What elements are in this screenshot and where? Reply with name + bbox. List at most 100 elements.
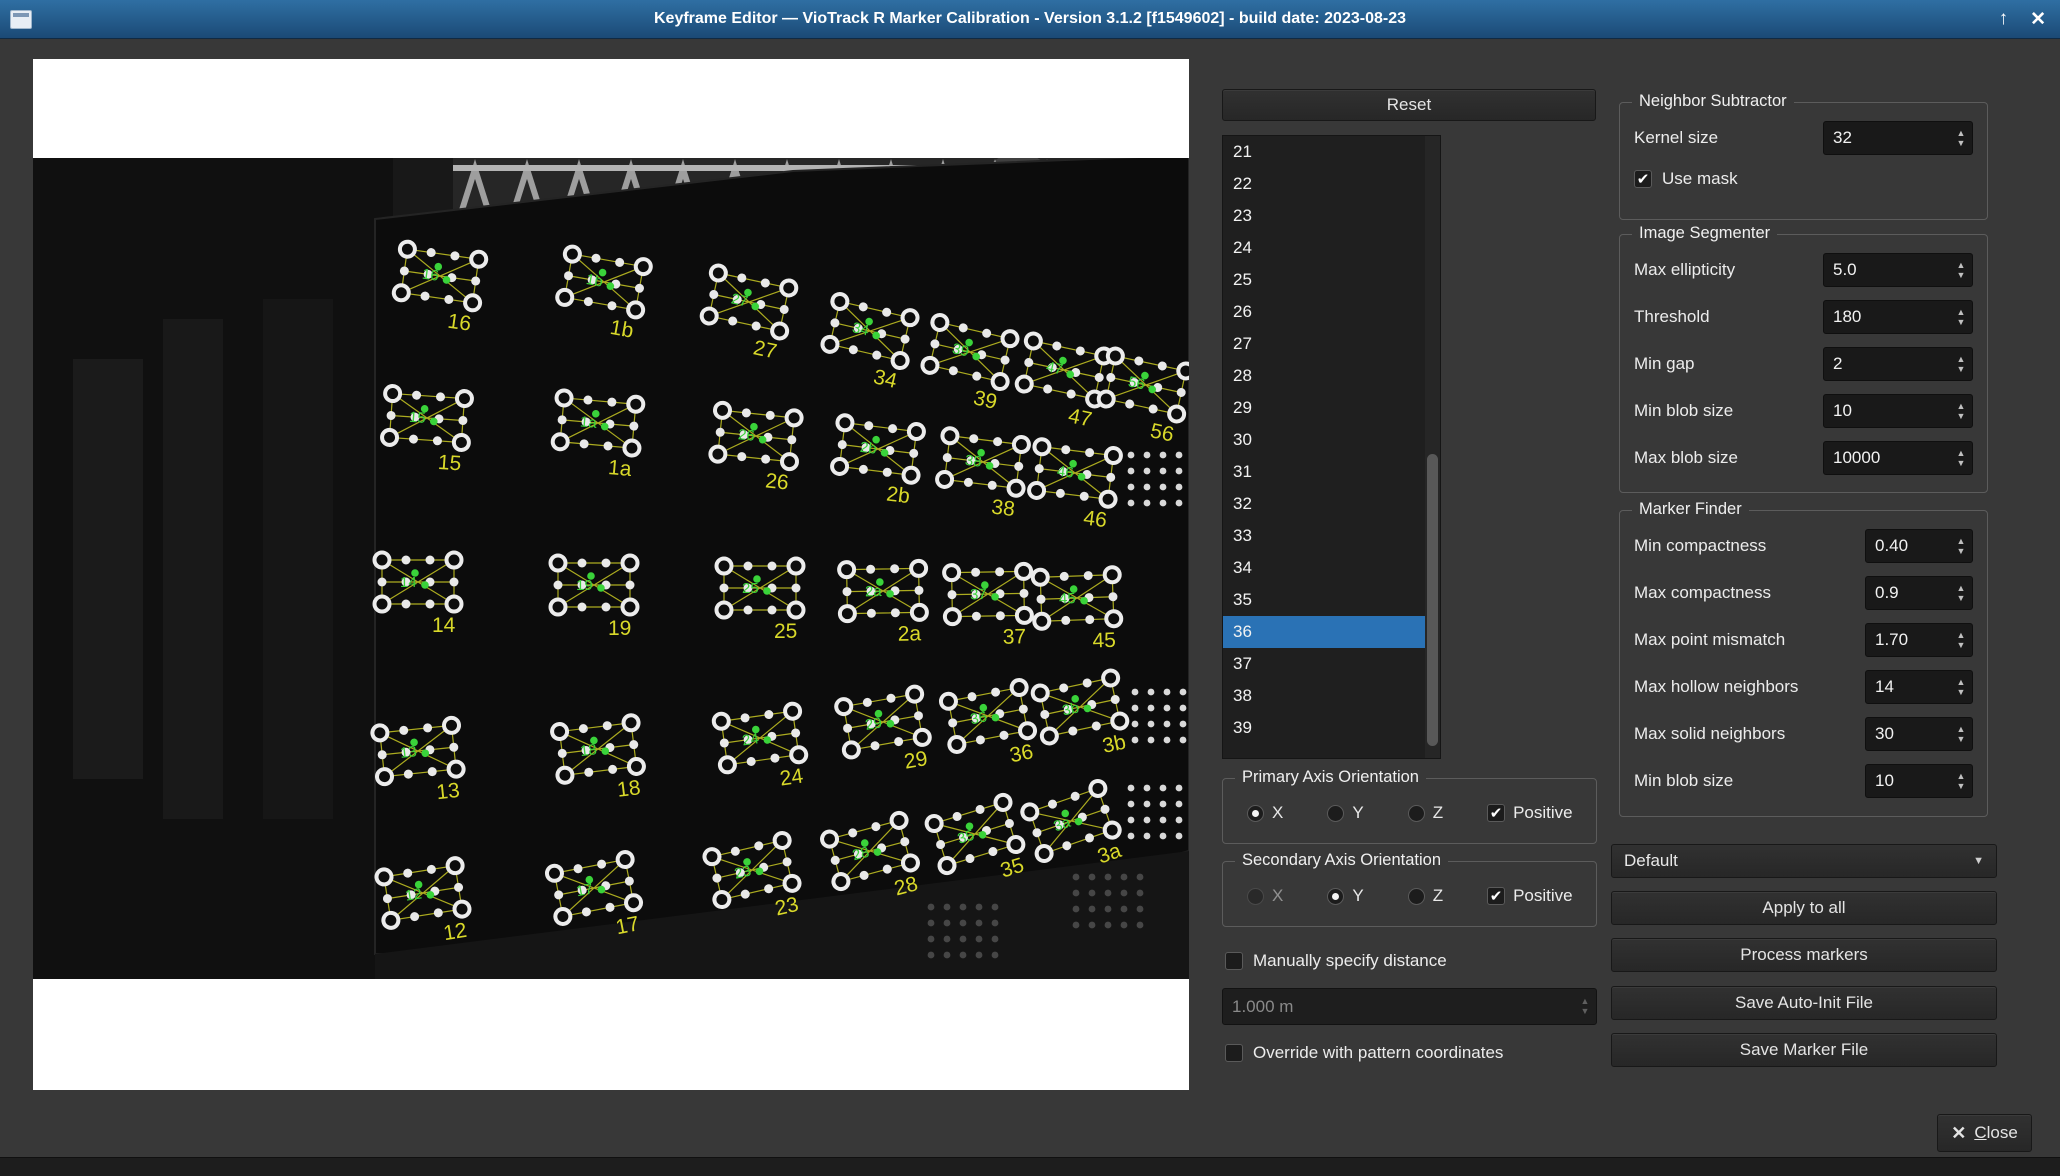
spin-up-icon[interactable]: ▲ — [1957, 355, 1966, 364]
spin-up-icon[interactable]: ▲ — [1957, 537, 1966, 546]
spin-down-icon[interactable]: ▼ — [1957, 782, 1966, 791]
frame-list-item[interactable]: 39 — [1223, 712, 1425, 744]
max-compactness-spinbox[interactable]: 0.9▲▼ — [1865, 576, 1973, 610]
spin-down-icon[interactable]: ▼ — [1957, 271, 1966, 280]
primary-axis-x-radio[interactable]: X — [1247, 803, 1283, 823]
spin-down-icon[interactable]: ▼ — [1957, 365, 1966, 374]
spin-up-icon[interactable]: ▲ — [1957, 402, 1966, 411]
save-auto-init-file-button[interactable]: Save Auto-Init File — [1611, 986, 1997, 1020]
distance-spinbox[interactable]: 1.000 m ▲ ▼ — [1222, 988, 1597, 1025]
spin-up-icon[interactable]: ▲ — [1957, 308, 1966, 317]
max-point-mismatch-spinbox[interactable]: 1.70 ▲▼ — [1865, 623, 1973, 657]
frame-list-item[interactable]: 27 — [1223, 328, 1425, 360]
frame-list-item[interactable]: 31 — [1223, 456, 1425, 488]
spin-down-icon[interactable]: ▼ — [1957, 641, 1966, 650]
check-icon: ✔ — [1637, 172, 1650, 187]
primary-axis-y-radio[interactable]: Y — [1327, 803, 1363, 823]
spin-down-icon[interactable]: ▼ — [1957, 412, 1966, 421]
frame-list-item-selected[interactable]: 36 — [1223, 616, 1425, 648]
reset-button[interactable]: Reset — [1222, 89, 1596, 121]
marker-inner-id: 13 — [399, 743, 417, 762]
spin-down-icon[interactable]: ▼ — [1957, 688, 1966, 697]
primary-axis-z-radio[interactable]: Z — [1408, 803, 1443, 823]
marker-label: 2b — [885, 482, 911, 508]
marker-inner-id: 29 — [864, 714, 883, 734]
preset-dropdown[interactable]: Default ▼ — [1611, 844, 1997, 878]
frame-list-item[interactable]: 38 — [1223, 680, 1425, 712]
radio-indicator — [1327, 888, 1344, 905]
spin-down-icon[interactable]: ▼ — [1957, 735, 1966, 744]
min-blob-size-spinbox[interactable]: 10▲▼ — [1823, 394, 1973, 428]
secondary-axis-positive-checkbox[interactable]: ✔ Positive — [1487, 886, 1573, 906]
frame-list-item[interactable]: 37 — [1223, 648, 1425, 680]
frame-list-items[interactable]: 21222324252627282930313233343536373839 — [1223, 136, 1425, 758]
scrollbar-thumb[interactable] — [1427, 454, 1438, 746]
frame-list-item[interactable]: 22 — [1223, 168, 1425, 200]
titlebar[interactable]: Keyframe Editor — VioTrack R Marker Cali… — [0, 0, 2060, 39]
save-marker-file-button[interactable]: Save Marker File — [1611, 1033, 1997, 1067]
use-mask-checkbox[interactable]: ✔ Use mask — [1634, 169, 1973, 189]
min-blob-size-row: Min blob size10▲▼ — [1634, 394, 1973, 428]
spin-up-icon[interactable]: ▲ — [1957, 261, 1966, 270]
min-gap-value: 2 — [1824, 354, 1950, 374]
spin-up-icon[interactable]: ▲ — [1957, 725, 1966, 734]
secondary-axis-y-radio[interactable]: Y — [1327, 886, 1363, 906]
spin-down-icon[interactable]: ▼ — [1957, 594, 1966, 603]
maximize-icon[interactable]: ↑ — [1999, 8, 2009, 30]
spin-down-icon[interactable]: ▼ — [1957, 547, 1966, 556]
frame-list-item[interactable]: 28 — [1223, 360, 1425, 392]
marker-inner-id: 19 — [576, 577, 593, 594]
close-window-icon[interactable]: ✕ — [2030, 8, 2046, 31]
marker-label: 3b — [1100, 731, 1128, 758]
max-ellipticity-spinbox[interactable]: 5.0▲▼ — [1823, 253, 1973, 287]
min-compactness-spinbox[interactable]: 0.40▲▼ — [1865, 529, 1973, 563]
frame-list-item[interactable]: 29 — [1223, 392, 1425, 424]
spin-down-icon[interactable]: ▼ — [1581, 1007, 1590, 1016]
spin-up-icon[interactable]: ▲ — [1581, 997, 1590, 1006]
min-gap-spinbox[interactable]: 2 ▲▼ — [1823, 347, 1973, 381]
spin-down-icon[interactable]: ▼ — [1957, 459, 1966, 468]
close-button[interactable]: ✕ Close — [1937, 1114, 2032, 1152]
radio-indicator — [1408, 805, 1425, 822]
spin-up-icon[interactable]: ▲ — [1957, 129, 1966, 138]
secondary-axis-x-radio[interactable]: X — [1247, 886, 1283, 906]
spin-down-icon[interactable]: ▼ — [1957, 139, 1966, 148]
checkbox-indicator: ✔ — [1487, 804, 1505, 822]
frame-list-item[interactable]: 26 — [1223, 296, 1425, 328]
frame-list-item[interactable]: 32 — [1223, 488, 1425, 520]
spin-up-icon[interactable]: ▲ — [1957, 772, 1966, 781]
process-markers-button[interactable]: Process markers — [1611, 938, 1997, 972]
frame-list-item[interactable]: 21 — [1223, 136, 1425, 168]
frame-list-item[interactable]: 33 — [1223, 520, 1425, 552]
spin-up-icon[interactable]: ▲ — [1957, 631, 1966, 640]
frame-list-item[interactable]: 24 — [1223, 232, 1425, 264]
apply-to-all-button[interactable]: Apply to all — [1611, 891, 1997, 925]
positive-label: Positive — [1513, 886, 1573, 906]
threshold-row: Threshold180▲▼ — [1634, 300, 1973, 334]
kernel-size-spinbox[interactable]: 32 ▲ ▼ — [1823, 121, 1973, 155]
close-icon: ✕ — [1951, 1123, 1966, 1144]
max-hollow-neighbors-spinbox[interactable]: 14▲▼ — [1865, 670, 1973, 704]
spin-up-icon[interactable]: ▲ — [1957, 678, 1966, 687]
max-solid-neighbors-spinbox[interactable]: 30▲▼ — [1865, 717, 1973, 751]
secondary-axis-z-radio[interactable]: Z — [1408, 886, 1443, 906]
override-pattern-coordinates-checkbox[interactable]: ✔ Override with pattern coordinates — [1225, 1043, 1503, 1063]
frame-list-item[interactable]: 30 — [1223, 424, 1425, 456]
frame-list-item[interactable]: 25 — [1223, 264, 1425, 296]
spin-down-icon[interactable]: ▼ — [1957, 318, 1966, 327]
frame-list-item[interactable]: 35 — [1223, 584, 1425, 616]
min-blob-size-finder-spinbox[interactable]: 10▲▼ — [1865, 764, 1973, 798]
group-title: Secondary Axis Orientation — [1235, 851, 1448, 870]
frame-list-item[interactable]: 23 — [1223, 200, 1425, 232]
camera-viewport[interactable]: 16161b1b2727343439394747565615151a1a2626… — [33, 59, 1189, 1090]
spin-up-icon[interactable]: ▲ — [1957, 449, 1966, 458]
threshold-spinbox[interactable]: 180▲▼ — [1823, 300, 1973, 334]
frame-list-scrollbar[interactable] — [1425, 136, 1440, 758]
primary-axis-positive-checkbox[interactable]: ✔ Positive — [1487, 803, 1573, 823]
manually-specify-distance-checkbox[interactable]: ✔ Manually specify distance — [1225, 951, 1447, 971]
max-point-mismatch-value: 1.70 — [1866, 630, 1950, 650]
frame-list[interactable]: 21222324252627282930313233343536373839 — [1222, 135, 1441, 759]
max-blob-size-spinbox[interactable]: 10000▲▼ — [1823, 441, 1973, 475]
frame-list-item[interactable]: 34 — [1223, 552, 1425, 584]
spin-up-icon[interactable]: ▲ — [1957, 584, 1966, 593]
